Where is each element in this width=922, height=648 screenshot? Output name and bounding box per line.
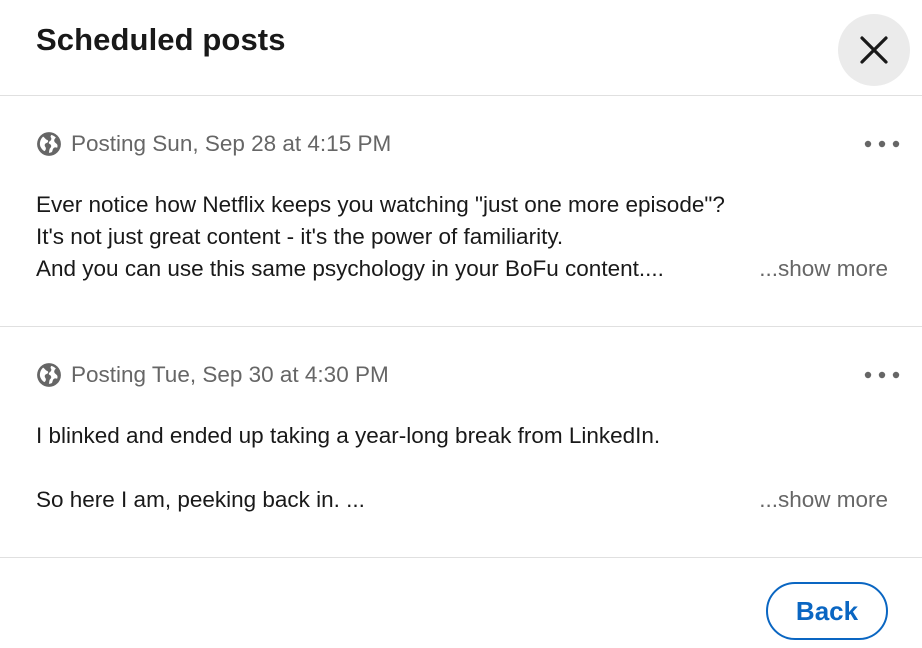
scheduled-post-item: Posting Tue, Sep 30 at 4:30 PM I blinked…	[0, 327, 922, 558]
post-schedule-time: Posting Tue, Sep 30 at 4:30 PM	[71, 362, 389, 387]
scheduled-posts-dialog: Scheduled posts Posting Sun, Sep 28 at 4…	[0, 0, 922, 648]
post-more-options-button[interactable]	[856, 130, 908, 158]
more-horizontal-icon	[864, 371, 900, 379]
post-text-line: Ever notice how Netflix keeps you watchi…	[36, 192, 725, 217]
back-button[interactable]: Back	[766, 582, 888, 640]
post-text-line	[36, 452, 896, 484]
post-schedule-time: Posting Sun, Sep 28 at 4:15 PM	[71, 131, 392, 156]
post-schedule-meta: Posting Tue, Sep 30 at 4:30 PM	[36, 360, 389, 390]
dialog-header: Scheduled posts	[0, 0, 922, 96]
scheduled-posts-list: Posting Sun, Sep 28 at 4:15 PM Ever noti…	[0, 96, 922, 558]
scheduled-post-item: Posting Sun, Sep 28 at 4:15 PM Ever noti…	[0, 96, 922, 327]
globe-icon	[37, 363, 61, 387]
more-horizontal-icon	[864, 140, 900, 148]
post-more-options-button[interactable]	[856, 361, 908, 389]
dialog-footer: Back	[0, 560, 922, 648]
show-more-link[interactable]: ...show more	[753, 256, 888, 282]
close-button[interactable]	[838, 14, 910, 86]
post-text-line: It's not just great content - it's the p…	[36, 224, 564, 249]
post-text-line: I blinked and ended up taking a year-lon…	[36, 423, 661, 448]
close-icon	[860, 36, 888, 64]
dialog-title: Scheduled posts	[36, 22, 286, 57]
show-more-link[interactable]: ...show more	[753, 487, 888, 513]
globe-icon	[37, 132, 61, 156]
post-schedule-meta: Posting Sun, Sep 28 at 4:15 PM	[36, 129, 391, 159]
